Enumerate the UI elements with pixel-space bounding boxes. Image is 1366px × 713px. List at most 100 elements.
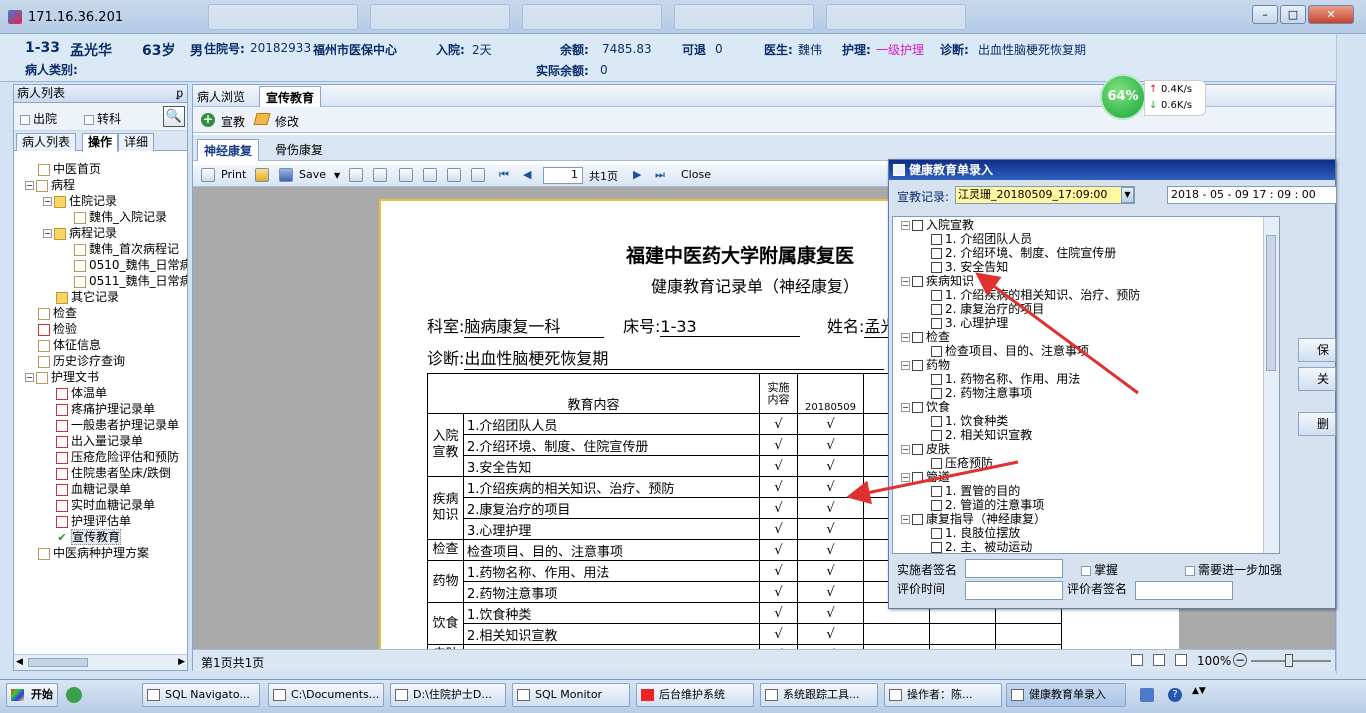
edu-tree-item[interactable]: 2. 相关知识宣教 (931, 428, 1032, 442)
search-icon[interactable]: 🔍 (163, 106, 185, 127)
tab-patient-browse[interactable]: 病人浏览 (197, 88, 245, 105)
record-dropdown-icon[interactable]: ▼ (1121, 187, 1134, 203)
start-button[interactable]: 开始 (6, 683, 58, 707)
collapse-icon[interactable]: − (901, 221, 910, 230)
edu-tree-item[interactable]: − 疾病知识 (901, 274, 974, 288)
checkbox[interactable] (931, 458, 942, 469)
close-report-button[interactable]: Close (681, 168, 711, 181)
tab-details[interactable]: 详细 (118, 133, 155, 151)
edu-tree-item[interactable]: 2. 管道的注意事项 (931, 498, 1044, 512)
page-input[interactable]: 1 (543, 167, 583, 184)
tree-item[interactable]: 中医首页 (38, 161, 101, 177)
checkbox[interactable] (912, 472, 923, 483)
tree-scrollbar[interactable] (1263, 217, 1279, 553)
edit-icon[interactable] (253, 113, 271, 125)
scroll-left-icon[interactable]: ◀ (16, 657, 23, 667)
checkbox[interactable] (931, 304, 942, 315)
add-icon[interactable]: + (201, 113, 215, 127)
view-page-icon[interactable] (1153, 654, 1165, 666)
last-page-icon[interactable]: ⏭ (655, 168, 665, 182)
edu-tree-item[interactable]: 1. 药物名称、作用、用法 (931, 372, 1080, 386)
tab-health-education[interactable]: 宣传教育 (259, 86, 322, 108)
edu-tree-item[interactable]: 2. 药物注意事项 (931, 386, 1032, 400)
dialog-save-button[interactable]: 保 (1298, 338, 1336, 362)
tree-item[interactable]: 0511_魏伟_日常病 (74, 273, 187, 289)
collapse-icon[interactable]: − (43, 229, 52, 238)
tray-network-icon[interactable] (1140, 688, 1154, 702)
print-icon[interactable] (201, 168, 215, 182)
tree-item[interactable]: 检验 (38, 321, 77, 337)
scroll-thumb[interactable] (28, 658, 88, 667)
zoom-icon[interactable] (423, 168, 437, 182)
tree-item[interactable]: ✔ 宣传教育 (56, 529, 122, 545)
help-icon[interactable]: ? (1168, 688, 1182, 702)
discharged-checkbox[interactable]: 出院 (20, 110, 57, 127)
checkbox[interactable] (931, 290, 942, 301)
checkbox[interactable] (931, 500, 942, 511)
checkbox[interactable] (931, 388, 942, 399)
tree-item[interactable]: 实时血糖记录单 (56, 497, 155, 513)
edu-tree-item[interactable]: − 饮食 (901, 400, 950, 414)
collapse-icon[interactable]: − (901, 361, 910, 370)
tree-item[interactable]: 检查 (38, 305, 77, 321)
checkbox[interactable] (931, 486, 942, 497)
tab-patient-list[interactable]: 病人列表 (16, 133, 77, 151)
edu-tree-item[interactable]: 1. 良肢位摆放 (931, 526, 1020, 540)
tree-item[interactable]: 中医病种护理方案 (38, 545, 149, 561)
transfer-checkbox[interactable]: 转科 (84, 110, 121, 127)
edu-tree-item[interactable]: − 检查 (901, 330, 950, 344)
tree-item[interactable]: 疼痛护理记录单 (56, 401, 155, 417)
edu-tree-item[interactable]: − 管道 (901, 470, 950, 484)
checkbox[interactable] (931, 234, 942, 245)
edu-tree-item[interactable]: 2. 介绍环境、制度、住院宣传册 (931, 246, 1116, 260)
page-setup-icon[interactable] (399, 168, 413, 182)
edu-tree-item[interactable]: − 药物 (901, 358, 950, 372)
find-icon[interactable] (373, 168, 387, 182)
taskbar-item[interactable]: SQL Monitor (512, 683, 630, 707)
taskbar-item[interactable]: 后台维护系统 (636, 683, 754, 707)
add-button[interactable]: 宣教 (221, 113, 245, 130)
edu-tree-item[interactable]: 检查项目、目的、注意事项 (931, 344, 1089, 358)
taskbar-item[interactable]: 操作者：陈... (884, 683, 1002, 707)
tree-item[interactable]: 历史诊疗查询 (38, 353, 125, 369)
dialog-close-button[interactable]: 关 (1298, 367, 1336, 391)
edu-tree-item[interactable]: − 皮肤 (901, 442, 950, 456)
horizontal-scrollbar[interactable]: ◀ ▶ (14, 654, 187, 670)
tree-item[interactable]: 压疮危险评估和预防 (56, 449, 179, 465)
thumbnail-icon[interactable] (471, 168, 485, 182)
checkbox[interactable] (931, 262, 942, 273)
checkbox[interactable] (912, 514, 923, 525)
evaluator-input[interactable] (1135, 581, 1233, 600)
tree-item[interactable]: 血糖记录单 (56, 481, 131, 497)
collapse-icon[interactable]: − (43, 197, 52, 206)
edu-tree-item[interactable]: 3. 安全告知 (931, 260, 1008, 274)
edu-tree-item[interactable]: 3. 心理护理 (931, 316, 1008, 330)
tree-item[interactable]: 住院患者坠床/跌倒 (56, 465, 171, 481)
tree-item[interactable]: 魏伟_入院记录 (74, 209, 167, 225)
pin-icon[interactable]: ᵱ (176, 85, 183, 102)
record-datetime[interactable]: 2018 - 05 - 09 17 : 09 : 00 (1167, 186, 1337, 204)
tree-item[interactable]: 体征信息 (38, 337, 101, 353)
tree-item[interactable]: 一般患者护理记录单 (56, 417, 179, 433)
checkbox[interactable] (912, 276, 923, 287)
checkbox[interactable] (931, 416, 942, 427)
tray-expand-icon[interactable]: ▲▼ (1192, 686, 1206, 696)
checkbox[interactable] (931, 374, 942, 385)
maximize-button[interactable]: □ (1280, 5, 1306, 24)
checkbox[interactable] (912, 332, 923, 343)
edit-button[interactable]: 修改 (275, 113, 299, 130)
taskbar-item[interactable]: 系统跟踪工具... (760, 683, 878, 707)
collapse-icon[interactable]: − (25, 373, 34, 382)
ie-quicklaunch-icon[interactable] (66, 687, 82, 703)
collapse-icon[interactable]: − (901, 473, 910, 482)
edu-tree-item[interactable]: 1. 介绍疾病的相关知识、治疗、预防 (931, 288, 1140, 302)
tree-item[interactable]: 其它记录 (56, 289, 119, 305)
first-page-icon[interactable]: ⏮ (499, 168, 509, 182)
checkbox[interactable] (912, 360, 923, 371)
needmore-checkbox[interactable]: 需要进一步加强 (1185, 561, 1282, 578)
edu-tree-item[interactable]: 1. 饮食种类 (931, 414, 1008, 428)
tree-item[interactable]: 魏伟_首次病程记 (74, 241, 179, 257)
checkbox[interactable] (931, 318, 942, 329)
tab-operations[interactable]: 操作 (82, 133, 119, 152)
tab-ortho-rehab[interactable]: 骨伤康复 (275, 141, 323, 158)
